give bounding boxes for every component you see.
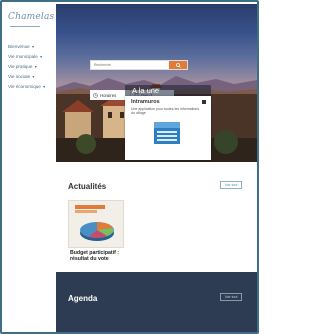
thumbnail-banner [75,210,97,213]
clock-icon [93,92,98,98]
scrollbar[interactable] [258,4,259,334]
news-card[interactable]: Budget participatif : résultat du vote [68,200,124,276]
nav-item-label: Vie sociale [8,74,31,79]
caret-down-icon: ▾ [32,74,35,79]
nav-item-vie-sociale[interactable]: Vie sociale ▾ [8,72,45,82]
caret-down-icon: ▾ [32,44,35,49]
agenda-title: Agenda [68,294,98,303]
nav-item-label: Vie économique [8,84,41,89]
search-button[interactable] [169,61,187,69]
app-screenshot-image [154,122,180,144]
nav-item-label: Bienvenue [8,44,30,49]
logo-text: Chamelas [8,12,55,22]
news-card-title: Budget participatif : résultat du vote [70,250,119,263]
search-input[interactable] [91,61,169,69]
nav-item-vie-municipale[interactable]: Vie municipale ▾ [8,52,45,62]
main-nav: Bienvenue ▾ Vie municipale ▾ Vie pratiqu… [8,42,45,92]
news-section: Actualités Voir tout Budget participatif… [56,162,257,272]
featured-card[interactable]: A la une Intramuros Une application pour… [125,85,211,160]
nav-item-vie-pratique[interactable]: Vie pratique ▾ [8,62,45,72]
search-bar [90,60,188,70]
card-header: A la une [125,85,211,96]
caret-down-icon: ▾ [40,54,43,59]
news-thumbnail [68,200,124,248]
quicklink-label: Horaires [100,92,117,98]
pie-chart-icon [80,222,114,241]
news-see-all-button[interactable]: Voir tout [220,181,242,189]
caret-down-icon: ▾ [34,64,37,69]
app-screenshot-row [157,131,177,133]
browser-frame: Chamelas Bienvenue ▾ Vie municipale ▾ Vi… [0,0,259,334]
nav-item-vie-economique[interactable]: Vie économique ▾ [8,82,45,92]
site-logo[interactable]: Chamelas [8,10,55,32]
caret-down-icon: ▾ [43,84,46,89]
nav-item-bienvenue[interactable]: Bienvenue ▾ [8,42,45,52]
sidebar: Chamelas Bienvenue ▾ Vie municipale ▾ Vi… [4,4,56,332]
thumbnail-banner [75,205,105,209]
app-screenshot-row [157,139,177,141]
quicklink-horaires[interactable]: Horaires [90,90,130,100]
news-title: Actualités [68,182,107,191]
scrollbar-thumb[interactable] [258,24,259,64]
agenda-section: Agenda Voir tout [56,272,257,332]
card-title: Intramuros [131,99,160,105]
app-screenshot-row [157,135,177,137]
search-icon [175,62,181,68]
card-description: Une application pour toutes les informat… [131,107,200,116]
nav-item-label: Vie pratique [8,64,33,69]
app-screenshot-header [154,122,180,128]
close-icon[interactable] [202,100,206,104]
agenda-see-all-button[interactable]: Voir tout [220,293,242,301]
nav-item-label: Vie municipale [8,54,38,59]
card-header-title: A la une [132,86,160,95]
logo-underline [10,26,40,27]
